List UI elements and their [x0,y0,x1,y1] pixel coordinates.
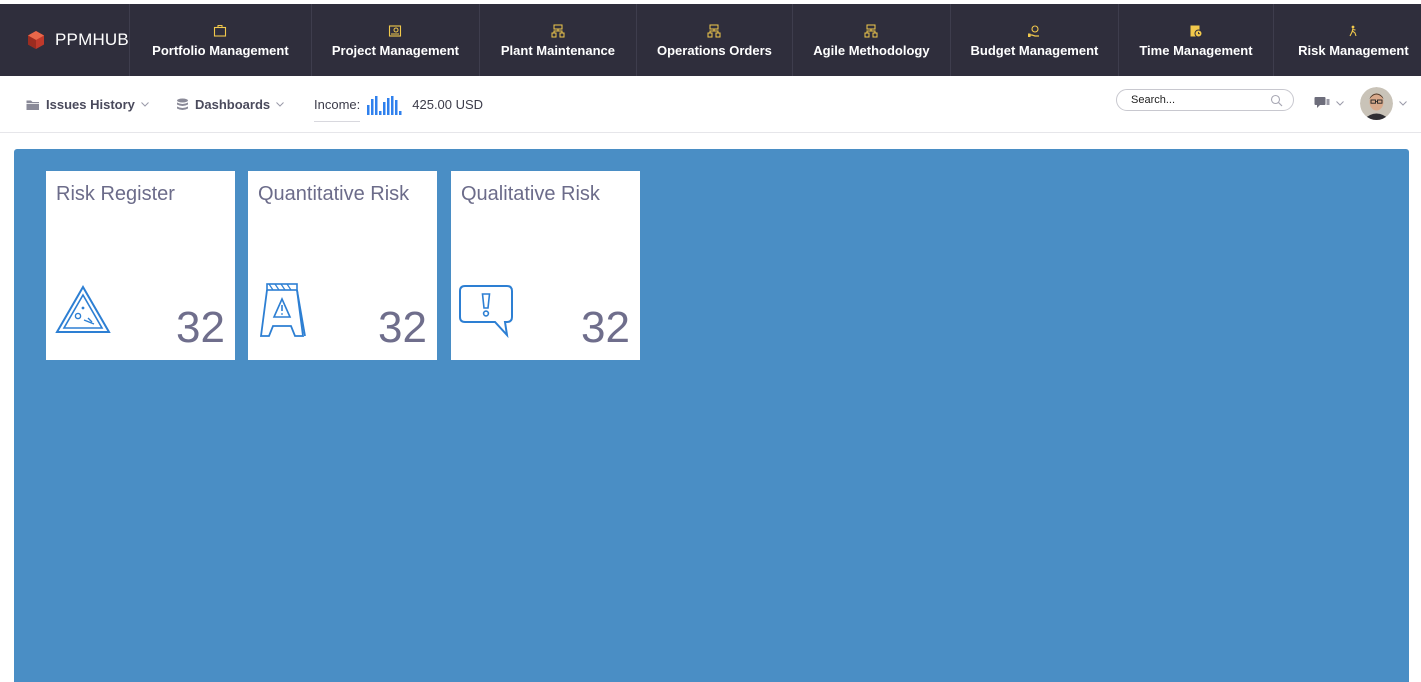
nav-label: Portfolio Management [152,43,289,58]
warning-triangle-icon [55,285,111,333]
network-icon [707,24,721,38]
clock-icon [1190,25,1203,38]
nav-label: Budget Management [970,43,1099,58]
ppmhub-logo-icon [28,31,44,49]
nav-plant-maintenance[interactable]: Plant Maintenance [480,4,637,76]
network-icon [864,24,878,38]
top-navigation-bar: PPMHUB Portfolio Management Project Mana… [0,4,1421,76]
nav-portfolio-management[interactable]: Portfolio Management [130,4,312,76]
nav-budget-management[interactable]: Budget Management [951,4,1119,76]
income-value: 425.00 USD [412,97,484,112]
nav-project-management[interactable]: Project Management [312,4,480,76]
card-count: 32 [176,303,225,352]
issues-history-label: Issues History [46,97,135,112]
card-count: 32 [581,303,630,352]
nav-time-management[interactable]: Time Management [1119,4,1274,76]
risk-register-card[interactable]: Risk Register 32 [46,171,235,360]
income-widget: Income: 425.00 USD [314,76,483,133]
nav-risk-management[interactable]: Risk Management [1274,4,1421,76]
search-icon[interactable] [1270,94,1283,107]
avatar [1360,87,1393,120]
qualitative-risk-card[interactable]: Qualitative Risk 32 [451,171,640,360]
caution-sign-icon [259,283,306,337]
nav-label: Risk Management [1298,43,1409,58]
nav-label: Agile Methodology [813,43,930,58]
chat-icon [1314,97,1330,108]
chevron-down-icon [276,102,284,107]
card-title: Qualitative Risk [461,183,600,205]
quantitative-risk-card[interactable]: Quantitative Risk 32 [248,171,437,360]
chevron-down-icon [141,102,149,107]
card-count: 32 [378,303,427,352]
network-icon [551,24,565,38]
user-menu[interactable] [1360,87,1407,120]
brand-name: PPMHUB [55,30,129,49]
issues-history-menu[interactable]: Issues History [26,76,149,133]
chevron-down-icon [1336,100,1344,106]
income-label: Income: [314,97,361,112]
search-box[interactable] [1116,89,1294,111]
money-hand-icon [1028,25,1040,37]
chevron-down-icon [1399,101,1407,106]
dashboard-panel: Risk Register 32 Quantitative Risk 32 Qu… [14,149,1409,682]
card-title: Quantitative Risk [258,183,410,205]
income-bar-chart-icon [367,95,402,115]
income-divider [314,121,360,122]
nav-label: Time Management [1139,43,1253,58]
card-title: Risk Register [56,183,175,205]
nav-label: Project Management [331,43,460,58]
search-input[interactable] [1131,94,1270,106]
folder-icon [26,100,39,110]
dashboards-menu[interactable]: Dashboards [176,76,284,133]
nav-operations-orders[interactable]: Operations Orders [637,4,793,76]
messages-menu[interactable] [1314,96,1344,110]
nav-agile-methodology[interactable]: Agile Methodology [793,4,951,76]
nav-label: Plant Maintenance [500,43,615,58]
exclamation-bubble-icon [459,285,513,339]
risk-icon [1349,25,1357,37]
nav-label: Operations Orders [657,43,772,58]
dashboards-label: Dashboards [195,97,271,112]
brand[interactable]: PPMHUB [0,4,130,76]
database-icon [177,98,188,110]
briefcase-icon [214,25,227,37]
project-icon [389,25,402,37]
